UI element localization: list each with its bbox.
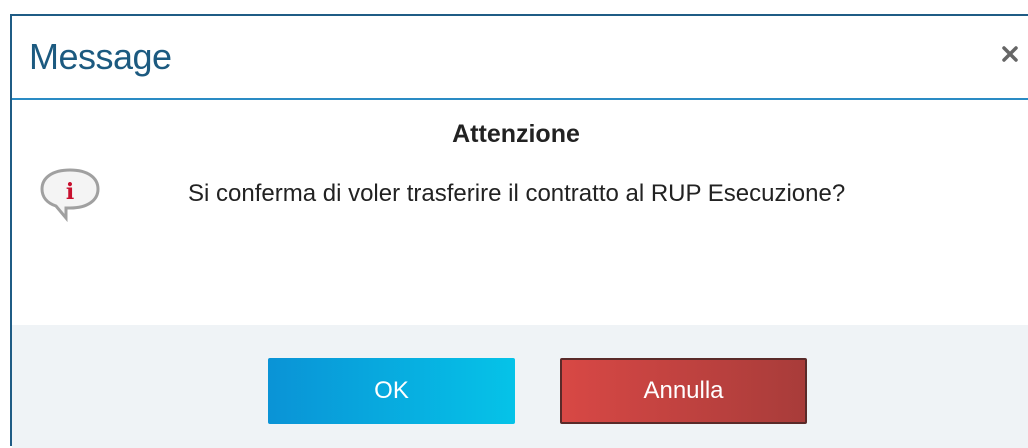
message-dialog: Message Attenzione i Si conferma di vole… (10, 14, 1028, 448)
info-speech-bubble-icon: i (36, 166, 104, 224)
dialog-title: Message (29, 36, 172, 77)
ok-button[interactable]: OK (268, 358, 515, 424)
close-icon[interactable] (998, 42, 1022, 66)
svg-text:i: i (66, 179, 74, 205)
confirmation-message: Si conferma di voler trasferire il contr… (188, 180, 846, 207)
dialog-body: Attenzione i Si conferma di voler trasfe… (12, 100, 1028, 325)
dialog-header: Message (12, 16, 1028, 100)
dialog-footer: OK Annulla (12, 325, 1028, 448)
cancel-button[interactable]: Annulla (560, 358, 807, 424)
message-heading: Attenzione (452, 120, 580, 148)
